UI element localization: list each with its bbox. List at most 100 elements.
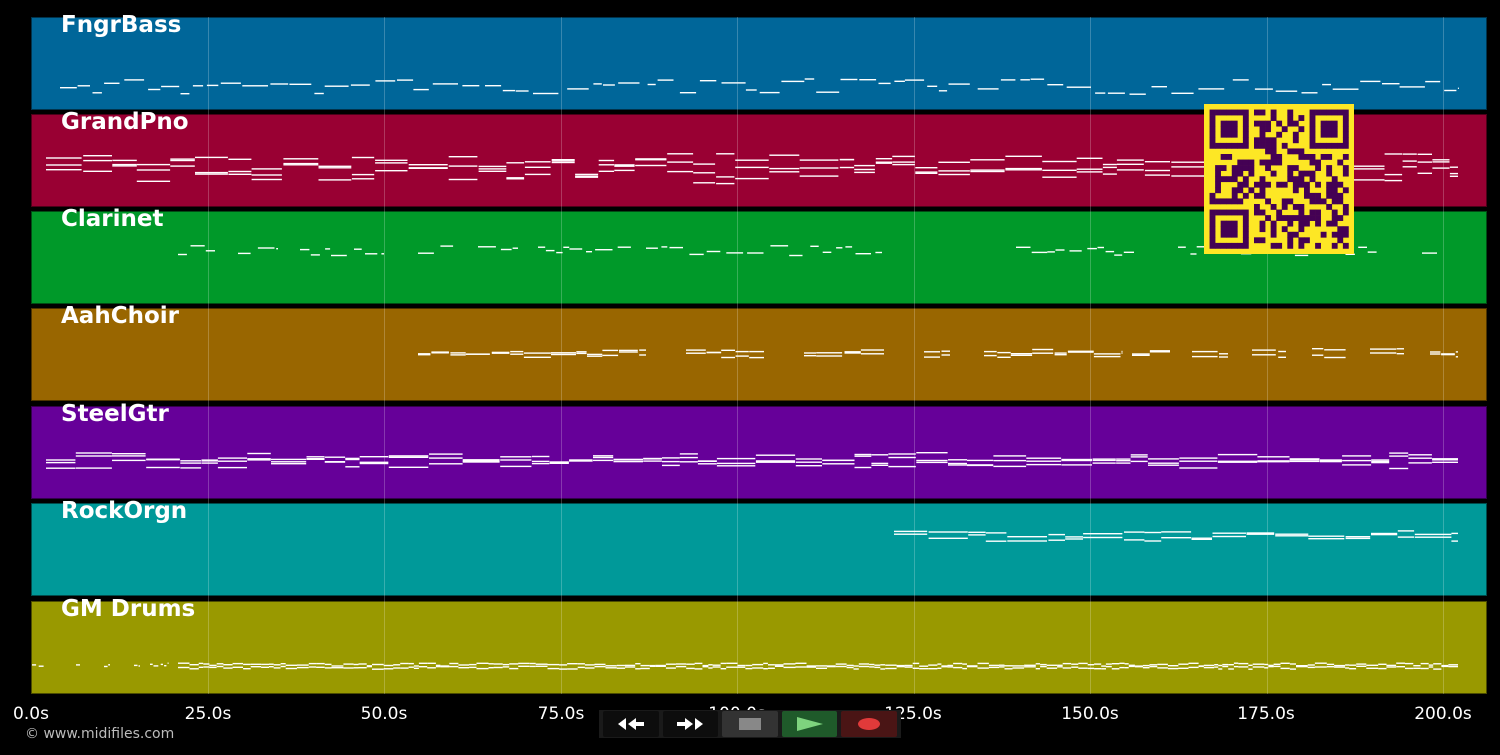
qr-module (1331, 209, 1338, 216)
note (1024, 664, 1036, 666)
note (999, 666, 1005, 668)
note (308, 662, 317, 665)
note (1308, 538, 1345, 540)
note (1116, 159, 1144, 161)
note (462, 85, 480, 87)
note (618, 82, 640, 84)
note (735, 350, 749, 353)
qr-module (1337, 181, 1344, 188)
qr-module (1281, 142, 1288, 149)
rewind-button[interactable] (603, 711, 659, 737)
qr-module (1342, 231, 1349, 238)
note (1371, 533, 1398, 536)
note (228, 173, 252, 175)
note (325, 248, 331, 250)
qr-module (1259, 120, 1266, 127)
note (1157, 667, 1168, 669)
note (46, 459, 76, 461)
note (894, 80, 905, 82)
note (462, 459, 500, 461)
note (810, 245, 819, 247)
note (1280, 662, 1290, 664)
note (1171, 161, 1207, 163)
qr-module (1342, 165, 1349, 171)
note (358, 667, 367, 669)
note (1386, 666, 1397, 668)
note (878, 82, 891, 85)
track-steelgtr[interactable]: SteelGtr (31, 401, 1487, 499)
track-aahchoir[interactable]: AahChoir (31, 303, 1487, 401)
note (749, 356, 764, 359)
note (816, 665, 827, 667)
note (209, 664, 217, 667)
note (1324, 356, 1346, 359)
qr-module (1342, 209, 1349, 216)
note (1257, 456, 1290, 458)
note (745, 664, 753, 667)
note (1342, 455, 1372, 457)
note (587, 353, 603, 356)
note (997, 351, 1011, 354)
note (515, 90, 529, 92)
track-gmdrums[interactable]: GM Drums (31, 596, 1487, 694)
note (716, 182, 735, 185)
note (816, 91, 840, 93)
note (1040, 663, 1047, 666)
note (375, 170, 408, 172)
qr-module (1292, 181, 1299, 188)
play-button[interactable] (781, 711, 838, 737)
note (816, 667, 827, 669)
qr-module (1298, 215, 1305, 221)
note (885, 664, 897, 666)
note (575, 175, 599, 177)
note (331, 254, 347, 257)
note (708, 664, 713, 666)
note (413, 665, 419, 667)
note (1007, 536, 1047, 538)
note (702, 666, 709, 668)
qr-module (1231, 198, 1238, 205)
note (755, 460, 796, 462)
qr-module (1315, 242, 1321, 249)
note (953, 662, 963, 665)
note (993, 459, 1027, 462)
note (469, 663, 477, 666)
qr-module (1231, 226, 1238, 233)
note (1356, 665, 1367, 667)
note (1111, 668, 1120, 670)
track-fngrbass[interactable]: FngrBass (31, 12, 1487, 110)
note (418, 662, 428, 664)
stop-button[interactable] (722, 711, 778, 737)
note (686, 667, 695, 670)
note (970, 159, 1005, 161)
qr-module (1320, 142, 1327, 149)
note (938, 161, 970, 163)
note (427, 662, 436, 664)
note (686, 663, 695, 665)
note (478, 165, 507, 168)
note (892, 155, 915, 158)
note (613, 458, 643, 461)
qr-module (1215, 109, 1221, 116)
qr-module (1298, 226, 1305, 233)
qr-module (1215, 165, 1221, 171)
note (721, 82, 746, 84)
note (138, 665, 140, 667)
note (1116, 460, 1131, 462)
note (1046, 667, 1058, 669)
track-rockorgn[interactable]: RockOrgn (31, 498, 1487, 596)
note (180, 460, 202, 462)
note (1455, 356, 1458, 358)
note (665, 667, 676, 669)
note (1151, 86, 1167, 88)
note (912, 662, 920, 665)
qr-module (1209, 192, 1216, 199)
note (383, 668, 394, 670)
record-button[interactable] (841, 711, 897, 737)
qr-module (1237, 181, 1244, 188)
qr-module (1237, 170, 1244, 177)
qr-module (1304, 192, 1310, 199)
qr-module (1326, 181, 1333, 188)
note (1218, 664, 1223, 667)
fast-forward-button[interactable] (662, 711, 719, 737)
